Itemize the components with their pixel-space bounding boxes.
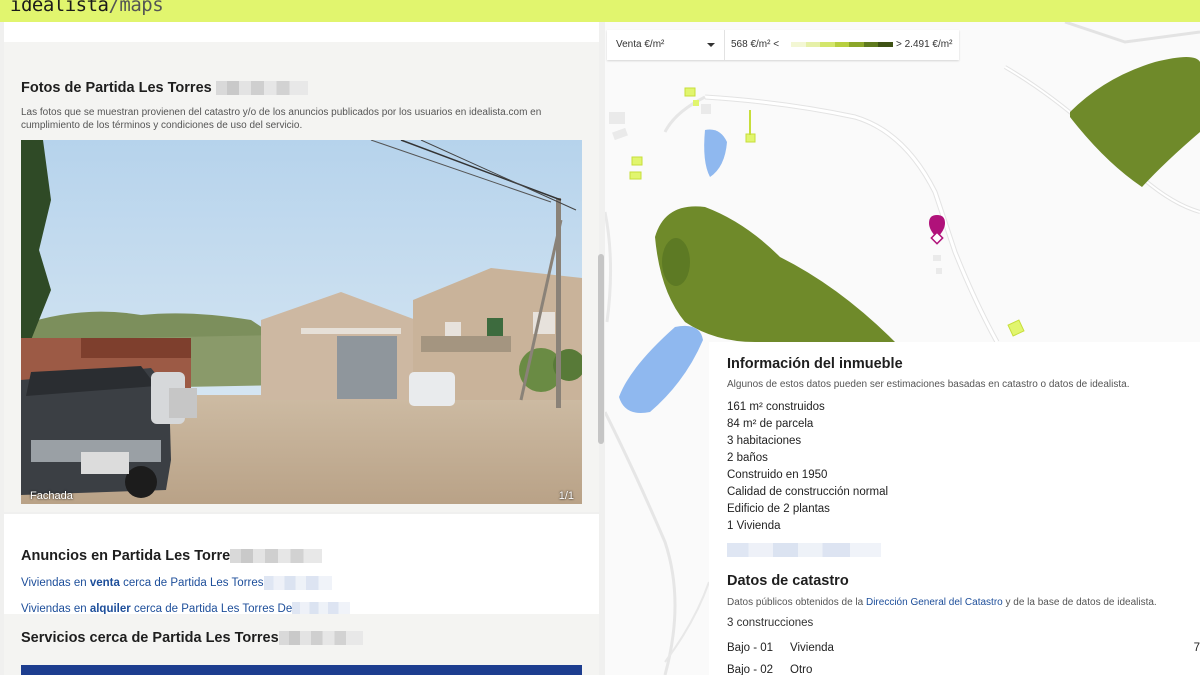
property-marker-icon[interactable] <box>929 215 945 245</box>
top-header-bar: idealista/maps <box>0 0 1200 22</box>
construction-floor: Bajo - 01 <box>727 642 774 654</box>
link-venta-bold: venta <box>89 577 120 590</box>
services-banner[interactable] <box>21 665 582 675</box>
feature-item: 84 m² de parcela <box>727 418 814 430</box>
catastro-subtitle: Datos públicos obtenidos de la Dirección… <box>727 597 1157 608</box>
listings-title-text: Anuncios en Partida Les Torre <box>21 548 231 564</box>
services-title-text: Servicios cerca de Partida Les Torres <box>21 630 279 646</box>
property-photo[interactable]: Fachada 1/1 <box>21 140 582 504</box>
previous-section-strip <box>4 22 599 42</box>
price-type-select[interactable]: Venta €/m² <box>607 30 725 60</box>
chevron-down-icon <box>707 43 715 47</box>
catastro-title: Datos de catastro <box>727 573 849 589</box>
left-detail-panel[interactable]: Fotos de Partida Les Torres Las fotos qu… <box>0 22 605 675</box>
logo-sub-text: maps <box>119 0 164 16</box>
feature-list: 161 m² construidos 84 m² de parcela 3 habi… <box>727 399 888 535</box>
feature-item: 161 m² construidos <box>727 401 825 413</box>
catastro-sub-prefix: Datos públicos obtenidos de la <box>727 597 866 608</box>
photos-disclaimer: Las fotos que se muestran provienen del … <box>21 107 542 131</box>
logo-main-text: idealista <box>10 0 109 16</box>
construction-row: Bajo - 01 Vivienda <box>727 642 834 654</box>
legend-ramp-step <box>863 42 879 47</box>
feature-item: 3 habitaciones <box>727 435 802 447</box>
facade-photo-image <box>21 140 582 504</box>
photos-section-title: Fotos de Partida Les Torres <box>21 80 308 96</box>
construction-use: Otro <box>790 664 813 675</box>
photo-counter: 1/1 <box>558 490 574 502</box>
legend-max-value: > 2.491 €/m² <box>896 39 953 50</box>
legend-ramp-step <box>805 42 821 47</box>
catastro-sub-suffix: y de la base de datos de idealista. <box>1002 597 1157 608</box>
photos-title-text: Fotos de Partida Les Torres <box>21 80 212 96</box>
feature-item: 2 baños <box>727 452 768 464</box>
price-legend: Venta €/m² 568 €/m² < > 2.491 €/m² <box>607 30 959 60</box>
logo-separator: / <box>108 0 120 16</box>
idealista-maps-logo[interactable]: idealista/maps <box>10 0 164 16</box>
services-section-title: Servicios cerca de Partida Les Torres <box>21 630 363 646</box>
link-venta-suffix: cerca de Partida Les Torres <box>119 577 264 590</box>
redacted-address <box>278 631 363 646</box>
link-direccion-catastro[interactable]: Dirección General del Catastro <box>866 597 1003 608</box>
info-subtitle: Algunos de estos datos pueden ser estima… <box>727 379 1130 390</box>
redacted-address <box>215 81 308 96</box>
legend-ramp-step <box>820 42 835 47</box>
feature-item: Construido en 1950 <box>727 469 828 481</box>
listings-section-title: Anuncios en Partida Les Torre <box>21 548 323 564</box>
link-venta-prefix: Viviendas en <box>21 577 90 590</box>
legend-ramp-step <box>878 42 894 47</box>
redacted-reference <box>727 543 881 557</box>
photo-caption: Fachada <box>30 490 73 502</box>
left-panel-scrollbar[interactable] <box>598 254 604 444</box>
construction-row: Bajo - 02 Otro <box>727 664 812 675</box>
photos-section: Fotos de Partida Les Torres Las fotos qu… <box>4 42 599 512</box>
info-title: Información del inmueble <box>727 356 903 372</box>
construction-floor: Bajo - 02 <box>727 664 774 675</box>
legend-min-value: 568 €/m² < <box>731 39 780 50</box>
constructions-count: 3 construcciones <box>727 617 814 629</box>
price-type-select-label: Venta €/m² <box>616 39 665 50</box>
redacted-address <box>263 576 332 590</box>
feature-item: 1 Vivienda <box>727 520 781 532</box>
feature-item: Calidad de construcción normal <box>727 486 889 498</box>
legend-ramp-step <box>849 42 864 47</box>
property-info-panel: Información del inmueble Algunos de esto… <box>709 342 1200 675</box>
legend-ramp-step <box>791 42 806 47</box>
services-section: Servicios cerca de Partida Les Torres <box>4 614 599 675</box>
construction-use: Vivienda <box>790 642 834 654</box>
legend-ramp-step <box>834 42 850 47</box>
legend-color-ramp <box>791 42 894 47</box>
construction-value-clipped: 7 <box>1193 642 1200 654</box>
link-viviendas-venta[interactable]: Viviendas en venta cerca de Partida Les … <box>21 576 332 590</box>
feature-item: Edificio de 2 plantas <box>727 503 830 515</box>
redacted-address <box>230 549 323 564</box>
